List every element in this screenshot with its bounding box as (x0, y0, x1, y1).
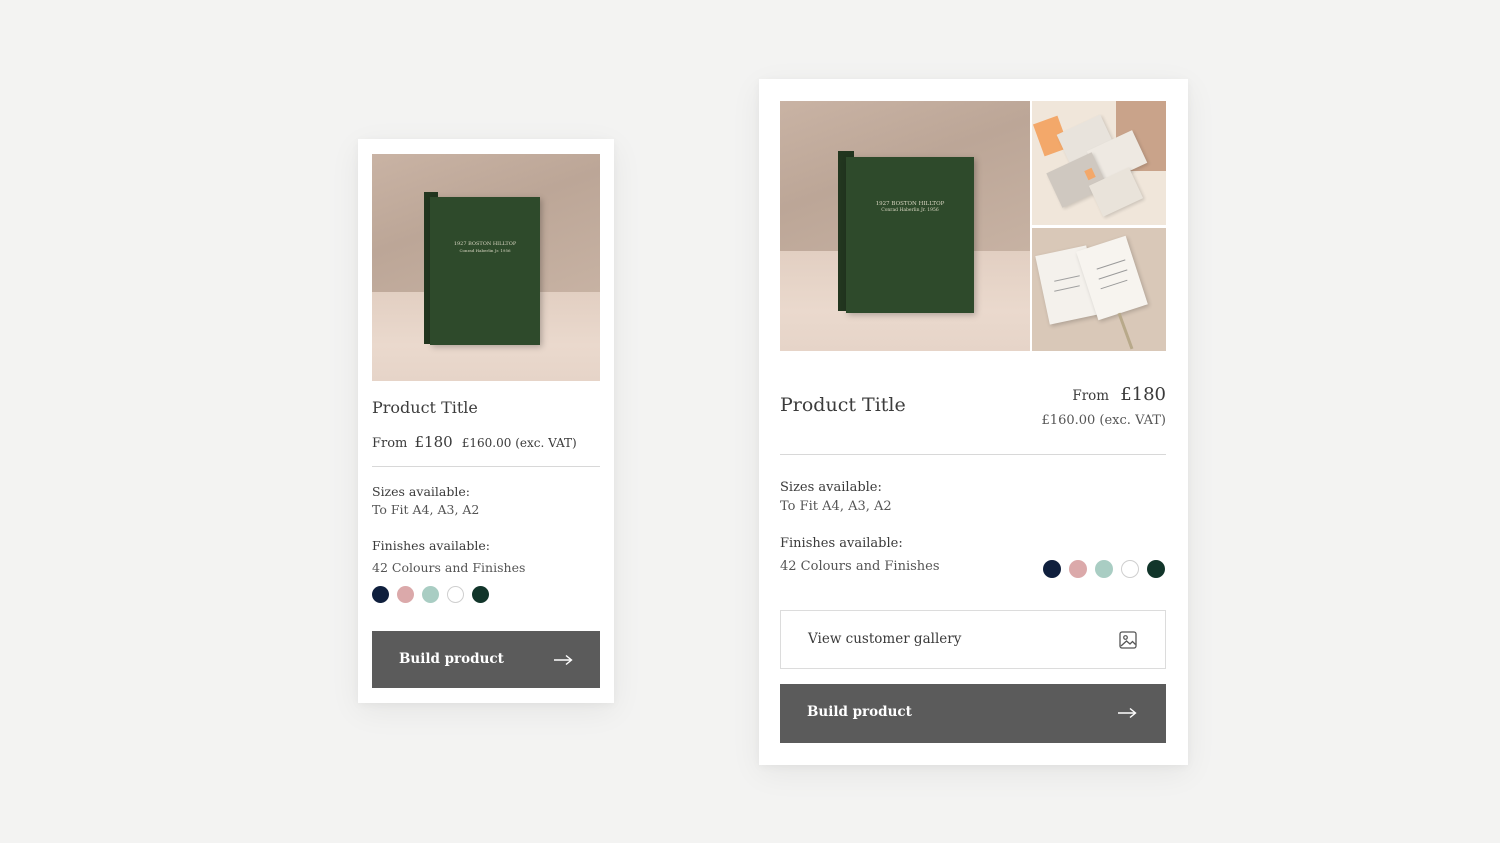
swatch-blush[interactable] (1069, 560, 1087, 578)
sizes-value: To Fit A4, A3, A2 (780, 499, 892, 514)
product-image-thumb-1[interactable] (1032, 101, 1166, 225)
price-value: £180 (414, 433, 453, 451)
view-gallery-button[interactable]: View customer gallery (780, 610, 1166, 669)
build-product-label: Build product (399, 651, 504, 667)
finishes-label: Finishes available: (372, 538, 490, 553)
sizes-label: Sizes available: (780, 480, 882, 495)
swatch-sage[interactable] (1095, 560, 1113, 578)
product-image-main[interactable]: 1927 BOSTON HILLTOP Conrad Haberlin Jr. … (780, 101, 1030, 351)
swatch-blush[interactable] (397, 586, 414, 603)
swatch-white[interactable] (1121, 560, 1139, 578)
binder-emboss-text: 1927 BOSTON HILLTOP Conrad Haberlin Jr. … (453, 241, 517, 253)
swatch-sage[interactable] (422, 586, 439, 603)
swatch-navy[interactable] (372, 586, 389, 603)
product-card-desktop: 1927 BOSTON HILLTOP Conrad Haberlin Jr. … (759, 79, 1188, 765)
sizes-label: Sizes available: (372, 484, 470, 499)
binder-emboss-text: 1927 BOSTON HILLTOP Conrad Haberlin Jr. … (875, 201, 945, 214)
price-ex-vat: £160.00 (exc. VAT) (1041, 413, 1166, 428)
finishes-value: 42 Colours and Finishes (780, 559, 940, 574)
product-image[interactable]: 1927 BOSTON HILLTOP Conrad Haberlin Jr. … (372, 154, 600, 381)
price-row: From £180 (1072, 384, 1166, 405)
arrow-right-icon (554, 654, 573, 666)
swatch-forest[interactable] (1147, 560, 1165, 578)
swatch-forest[interactable] (472, 586, 489, 603)
image-icon (1119, 631, 1137, 649)
price-value: £180 (1120, 384, 1166, 405)
product-card-mobile: 1927 BOSTON HILLTOP Conrad Haberlin Jr. … (358, 139, 614, 703)
price-ex-vat: £160.00 (exc. VAT) (461, 436, 577, 450)
product-title[interactable]: Product Title (372, 398, 478, 417)
view-gallery-label: View customer gallery (808, 631, 962, 647)
price-prefix: From (1072, 388, 1110, 404)
build-product-button[interactable]: Build product (780, 684, 1166, 743)
build-product-button[interactable]: Build product (372, 631, 600, 688)
finishes-label: Finishes available: (780, 536, 903, 551)
finishes-value: 42 Colours and Finishes (372, 560, 526, 575)
price-row: From £180 £160.00 (exc. VAT) (372, 432, 577, 451)
product-image-thumb-2[interactable] (1032, 228, 1166, 351)
divider (780, 454, 1166, 455)
sizes-value: To Fit A4, A3, A2 (372, 502, 480, 517)
product-title[interactable]: Product Title (780, 394, 906, 416)
price-prefix: From (372, 436, 408, 451)
arrow-right-icon (1118, 707, 1137, 719)
build-product-label: Build product (807, 704, 912, 720)
swatch-navy[interactable] (1043, 560, 1061, 578)
swatch-white[interactable] (447, 586, 464, 603)
divider (372, 466, 600, 467)
